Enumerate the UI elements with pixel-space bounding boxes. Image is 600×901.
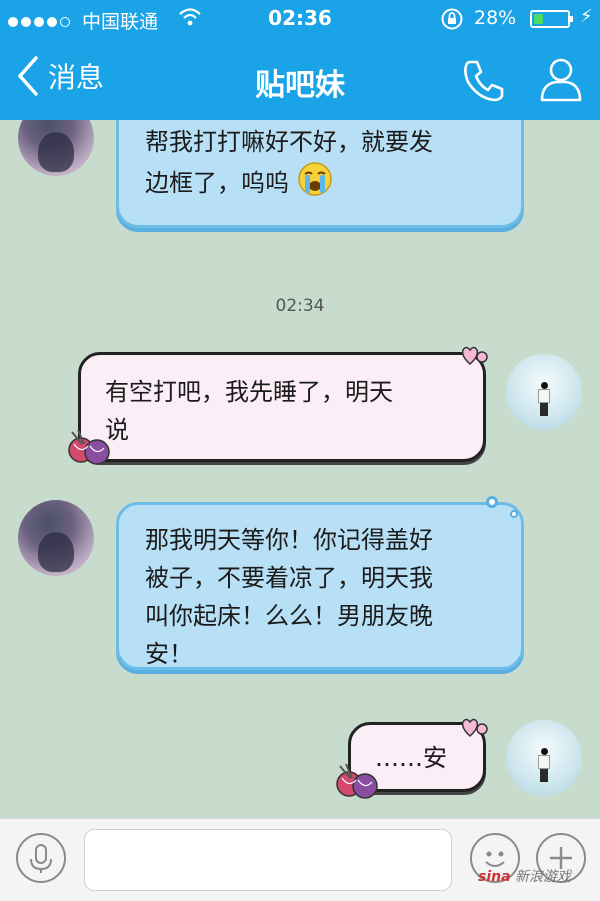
message-text: 安！ — [145, 640, 193, 668]
battery-icon — [530, 10, 573, 28]
message-text: ……安 — [375, 744, 447, 772]
bubble-decoration — [510, 510, 518, 518]
microphone-icon[interactable] — [16, 833, 66, 883]
phone-icon[interactable] — [458, 54, 510, 106]
rotation-lock-icon — [440, 7, 464, 36]
input-bar — [0, 818, 600, 901]
charging-icon: ⚡ — [580, 6, 593, 27]
message-input[interactable] — [84, 829, 452, 891]
message-text: 那我明天等你！你记得盖好 — [145, 526, 433, 554]
contact-avatar[interactable] — [18, 120, 94, 176]
message-text: 叫你起床！么么！男朋友晚 — [145, 602, 433, 630]
bubble-decoration — [486, 496, 498, 508]
watermark: sina 新浪游戏 — [478, 869, 571, 885]
yarn-ball-icon — [68, 429, 110, 465]
crying-emoji-icon — [297, 162, 332, 196]
heart-decoration-icon — [461, 346, 488, 366]
status-bar: 中国联通 02:36 28% ⚡ — [0, 0, 600, 40]
nav-bar: 消息 贴吧妹 — [0, 40, 600, 120]
message-text: 边框了，呜呜 — [145, 161, 521, 202]
chat-area[interactable]: 帮我打打嘛好不好，就要发 边框了，呜呜 02:34 有空打吧，我先睡了，明天 说… — [0, 120, 600, 818]
received-message-bubble[interactable]: 帮我打打嘛好不好，就要发 边框了，呜呜 — [116, 120, 524, 228]
message-text: 有空打吧，我先睡了，明天 — [105, 378, 393, 406]
message-text: 被子，不要着凉了，明天我 — [145, 564, 433, 592]
contact-icon[interactable] — [534, 52, 588, 106]
yarn-ball-icon — [336, 763, 378, 799]
message-text: 帮我打打嘛好不好，就要发 — [145, 128, 433, 156]
sent-message-bubble[interactable]: 有空打吧，我先睡了，明天 说 — [78, 352, 486, 462]
received-message-bubble[interactable]: 那我明天等你！你记得盖好 被子，不要着凉了，明天我 叫你起床！么么！男朋友晚 安… — [116, 502, 524, 670]
message-timestamp: 02:34 — [275, 296, 325, 316]
heart-decoration-icon — [461, 718, 488, 738]
user-avatar[interactable] — [506, 720, 582, 796]
battery-percent: 28% — [474, 7, 517, 29]
user-avatar[interactable] — [506, 354, 582, 430]
message-text: 说 — [105, 416, 129, 444]
contact-avatar[interactable] — [18, 500, 94, 576]
chat-title: 贴吧妹 — [255, 68, 345, 103]
